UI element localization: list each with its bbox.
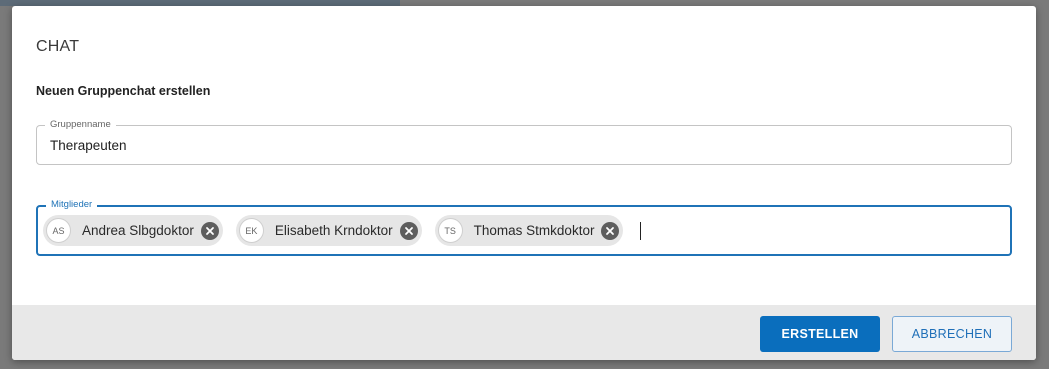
members-field[interactable]: Mitglieder AS Andrea Slbgdoktor EK Elisa…	[36, 198, 1012, 256]
remove-member-icon[interactable]	[399, 221, 418, 240]
group-name-input[interactable]: Therapeuten	[50, 138, 127, 153]
remove-member-icon[interactable]	[601, 221, 620, 240]
dialog-title: CHAT	[36, 38, 80, 55]
member-chip-list: AS Andrea Slbgdoktor EK Elisabeth Krndok…	[43, 215, 642, 246]
cancel-button[interactable]: ABBRECHEN	[892, 316, 1012, 352]
remove-member-icon[interactable]	[200, 221, 219, 240]
avatar: AS	[46, 218, 71, 243]
dialog-subtitle: Neuen Gruppenchat erstellen	[36, 84, 211, 98]
member-name: Thomas Stmkdoktor	[473, 223, 595, 238]
member-name: Elisabeth Krndoktor	[274, 223, 393, 238]
create-button[interactable]: ERSTELLEN	[760, 316, 880, 352]
member-chip[interactable]: EK Elisabeth Krndoktor	[235, 215, 422, 246]
members-input-caret[interactable]	[640, 221, 642, 240]
member-chip[interactable]: TS Thomas Stmkdoktor	[434, 215, 624, 246]
member-name: Andrea Slbgdoktor	[82, 223, 194, 238]
avatar: TS	[437, 218, 463, 243]
group-name-label: Gruppenname	[45, 118, 116, 132]
member-chip[interactable]: AS Andrea Slbgdoktor	[43, 215, 223, 246]
create-group-chat-dialog: CHAT Neuen Gruppenchat erstellen Gruppen…	[12, 6, 1036, 360]
members-label: Mitglieder	[46, 198, 98, 212]
dialog-footer: ERSTELLEN ABBRECHEN	[12, 305, 1036, 360]
avatar: EK	[238, 218, 264, 243]
group-name-field[interactable]: Gruppenname Therapeuten	[36, 118, 1012, 165]
